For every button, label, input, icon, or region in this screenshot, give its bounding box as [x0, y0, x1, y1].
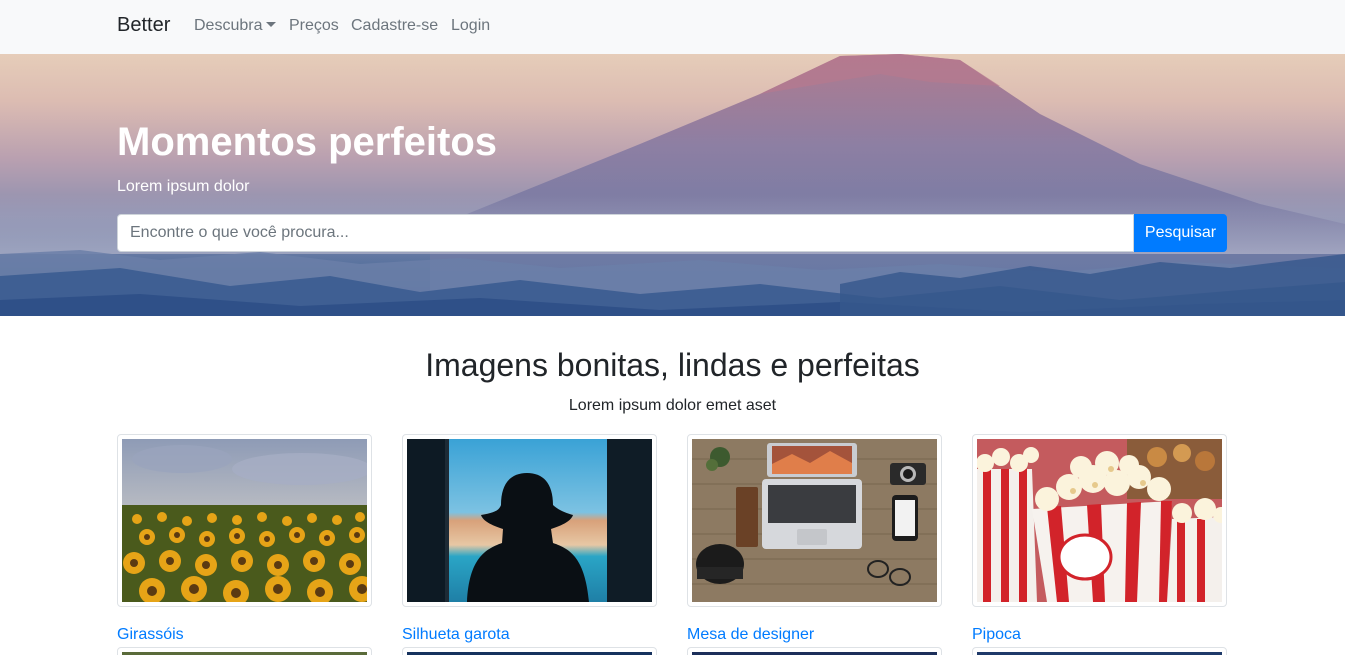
- gallery-thumbnail-row2[interactable]: [117, 647, 372, 655]
- navbar: Better Descubra Preços Cadastre-se Login: [0, 0, 1345, 54]
- gallery-thumbnail-row2[interactable]: [972, 647, 1227, 655]
- gallery-subtitle: Lorem ipsum dolor emet aset: [568, 397, 777, 414]
- sunflowers-image: [122, 439, 367, 602]
- search-button[interactable]: Pesquisar: [1134, 214, 1227, 252]
- hero-title: Momentos perfeitos: [117, 120, 498, 164]
- girl-silhouette-thumbnail[interactable]: [402, 434, 657, 607]
- sunflowers-thumbnail[interactable]: [117, 434, 372, 607]
- nav-link-precos[interactable]: Preços: [289, 17, 339, 35]
- caption-popcorn-link[interactable]: Pipoca: [972, 626, 1021, 644]
- nav-link-cadastre-se[interactable]: Cadastre-se: [351, 17, 438, 35]
- designer-desk-image: [692, 439, 937, 602]
- hero-subtitle: Lorem ipsum dolor: [117, 178, 250, 195]
- caption-sunflowers-link[interactable]: Girassóis: [117, 626, 184, 644]
- gallery-thumbnail-row2[interactable]: [687, 647, 942, 655]
- caption-girl-silhouette-link[interactable]: Silhueta garota: [402, 626, 510, 644]
- girl-silhouette-image: [407, 439, 652, 602]
- brand-logo-link[interactable]: Better: [117, 14, 170, 37]
- gallery-thumbnail-row2[interactable]: [402, 647, 657, 655]
- designer-desk-thumbnail[interactable]: [687, 434, 942, 607]
- hero-banner: Momentos perfeitos Lorem ipsum dolor Pes…: [0, 54, 1345, 316]
- popcorn-image: [977, 439, 1222, 602]
- gallery-title: Imagens bonitas, lindas e perfeitas: [425, 347, 920, 383]
- caption-designer-desk-link[interactable]: Mesa de designer: [687, 626, 814, 644]
- nav-link-login[interactable]: Login: [451, 17, 490, 35]
- nav-link-descubra-dropdown[interactable]: Descubra: [194, 17, 277, 35]
- popcorn-thumbnail[interactable]: [972, 434, 1227, 607]
- search-input[interactable]: [117, 214, 1134, 252]
- caret-down-icon: [266, 22, 277, 27]
- nav-link-label: Descubra: [194, 17, 263, 34]
